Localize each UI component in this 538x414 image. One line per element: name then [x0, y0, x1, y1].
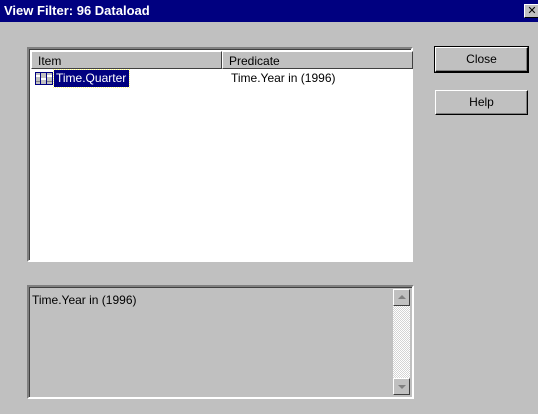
column-header-predicate[interactable]: Predicate: [222, 51, 413, 69]
scroll-down-button[interactable]: [393, 378, 410, 395]
filter-list[interactable]: Item Predicate Time.Quarter Time.Year in…: [27, 47, 413, 262]
window-title: View Filter: 96 Dataload: [4, 3, 150, 18]
list-row[interactable]: Time.Quarter Time.Year in (1996): [33, 69, 413, 88]
arrow-down-icon: [398, 385, 406, 389]
column-header-item[interactable]: Item: [31, 51, 222, 69]
help-button[interactable]: Help: [435, 90, 528, 115]
predicate-detail-box[interactable]: Time.Year in (1996): [27, 285, 414, 399]
predicate-detail-text: Time.Year in (1996): [32, 293, 137, 307]
list-item-predicate: Time.Year in (1996): [231, 71, 336, 85]
arrow-up-icon: [398, 295, 406, 299]
list-header: Item Predicate: [31, 51, 413, 69]
close-window-icon[interactable]: ✕: [524, 4, 538, 18]
vertical-scrollbar[interactable]: [393, 289, 410, 395]
title-bar: View Filter: 96 Dataload ✕: [0, 0, 538, 22]
dimension-icon: [35, 72, 53, 85]
close-button[interactable]: Close: [434, 46, 529, 73]
list-item-name[interactable]: Time.Quarter: [52, 69, 131, 88]
scroll-up-button[interactable]: [393, 289, 410, 306]
